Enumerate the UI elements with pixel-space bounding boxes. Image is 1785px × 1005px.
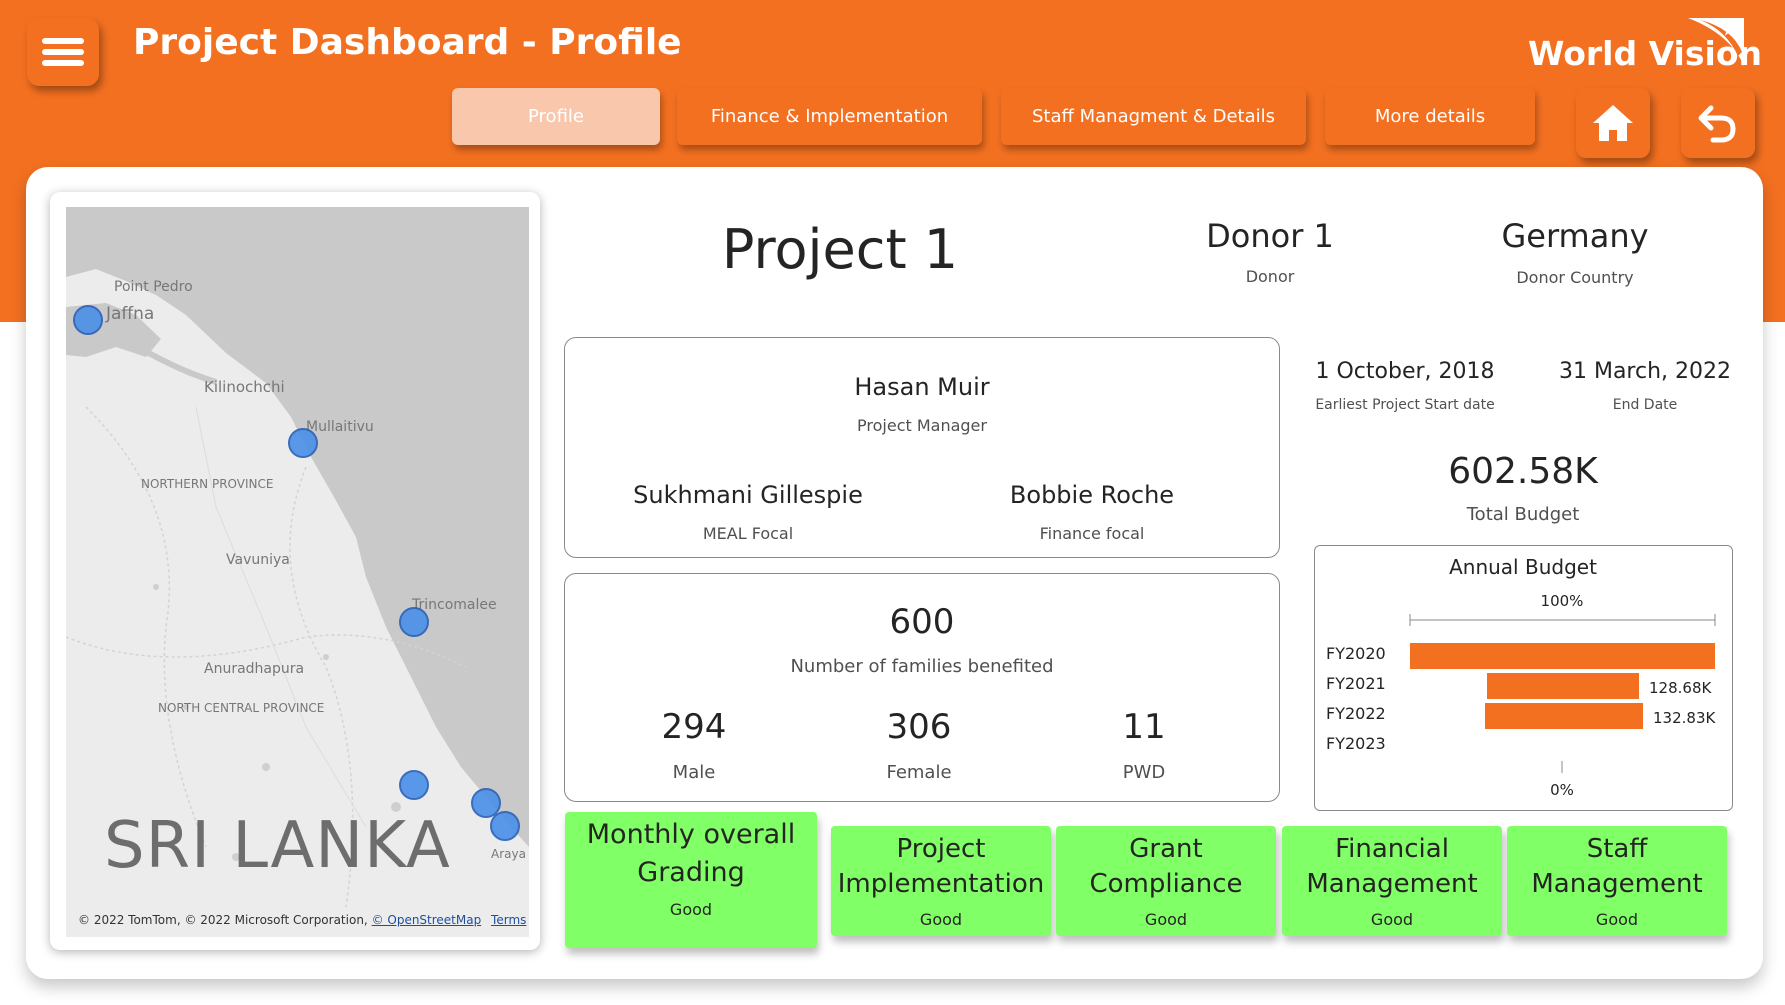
chart-category-label: FY2020 — [1326, 644, 1386, 663]
finance-focal-label: Finance focal — [1039, 524, 1145, 543]
start-date-label: Earliest Project Start date — [1315, 397, 1495, 413]
chart-axis-bottom-label: 0% — [1550, 781, 1574, 799]
osm-link[interactable]: © OpenStreetMap — [372, 913, 482, 927]
grading-title: Staff Management — [1531, 834, 1703, 899]
attribution-text: © 2022 TomTom, © 2022 Microsoft Corporat… — [78, 913, 368, 927]
map-label-mullaitivu: Mullaitivu — [306, 419, 374, 435]
grading-status: Good — [1595, 910, 1639, 929]
financial-management-card[interactable]: Financial Management Good — [1282, 826, 1502, 936]
chart-data-label: 132.83K — [1653, 709, 1716, 727]
male-count: 294 — [661, 707, 727, 747]
map-attribution: © 2022 TomTom, © 2022 Microsoft Corporat… — [78, 913, 526, 927]
map-label-vavuniya: Vavuniya — [226, 552, 290, 568]
grant-compliance-card[interactable]: Grant Compliance Good — [1056, 826, 1276, 936]
map-pin[interactable] — [399, 770, 429, 800]
hamburger-line — [42, 49, 84, 55]
meal-focal-label: MEAL Focal — [702, 524, 794, 543]
grading-title: Project Implementation — [837, 834, 1045, 899]
meal-focal-name: Sukhmani Gillespie — [633, 481, 863, 509]
hamburger-menu-button[interactable] — [27, 18, 99, 86]
project-implementation-card[interactable]: Project Implementation Good — [831, 826, 1051, 936]
grading-title: Grant Compliance — [1089, 834, 1243, 899]
donor-country: Germany — [1501, 217, 1649, 255]
map-pin[interactable] — [399, 607, 429, 637]
chart-axis-top-label: 100% — [1541, 592, 1584, 610]
back-arrow-icon — [1698, 105, 1736, 143]
chart-category-label: FY2021 — [1326, 674, 1386, 693]
overall-grading-title: Monthly overall Grading — [586, 819, 796, 888]
total-budget: 602.58K — [1448, 451, 1598, 492]
overall-grading-status: Good — [669, 900, 713, 919]
families-count: 600 — [889, 602, 955, 642]
chart-category-label: FY2023 — [1326, 734, 1386, 753]
grading-status: Good — [919, 910, 963, 929]
female-count: 306 — [886, 707, 952, 747]
map-label-araya: Araya — [491, 847, 526, 861]
grading-status: Good — [1144, 910, 1188, 929]
map-label-north-central-province: NORTH CENTRAL PROVINCE — [158, 701, 325, 715]
back-button[interactable] — [1681, 88, 1755, 158]
hamburger-line — [42, 60, 84, 66]
families-label: Number of families benefited — [790, 656, 1054, 677]
tab-finance-implementation[interactable]: Finance & Implementation — [677, 88, 982, 145]
page-title: Project Dashboard - Profile — [133, 22, 682, 63]
logo-star-icon — [1688, 18, 1744, 66]
map-pin[interactable] — [288, 428, 318, 458]
annual-budget-chart-svg: Annual Budget 100% FY2020 FY2021 128.68K FY20… — [1326, 555, 1716, 799]
tab-profile[interactable]: Profile — [452, 88, 660, 145]
map-label-jaffna: Jaffna — [106, 304, 155, 324]
finance-focal-name: Bobbie Roche — [1009, 481, 1175, 509]
map-label-country: SRI LANKA — [104, 809, 451, 883]
chart-bar — [1485, 703, 1643, 729]
chart-data-label: 128.68K — [1649, 679, 1712, 697]
map-label-point-pedro: Point Pedro — [114, 279, 193, 295]
start-date: 1 October, 2018 — [1315, 359, 1495, 384]
home-icon — [1593, 105, 1633, 141]
chart-category-label: FY2022 — [1326, 704, 1386, 723]
male-label: Male — [672, 762, 716, 783]
project-name: Project 1 — [721, 218, 959, 281]
female-label: Female — [886, 762, 952, 783]
chart-bar — [1410, 643, 1715, 669]
grading-title: Financial Management — [1306, 834, 1478, 899]
tab-staff-management[interactable]: Staff Managment & Details — [1001, 88, 1306, 145]
staff-management-card[interactable]: Staff Management Good — [1507, 826, 1727, 936]
project-location-map[interactable]: Point Pedro Jaffna Kilinochchi Mullaitiv… — [66, 207, 529, 937]
pwd-label: PWD — [1122, 762, 1166, 783]
donor-name: Donor 1 — [1206, 217, 1334, 255]
total-budget-label: Total Budget — [1466, 504, 1580, 525]
end-date: 31 March, 2022 — [1558, 359, 1732, 384]
pwd-count: 11 — [1122, 707, 1166, 747]
hamburger-menu-icon — [42, 38, 84, 44]
tab-more-details[interactable]: More details — [1325, 88, 1535, 145]
grading-status: Good — [1370, 910, 1414, 929]
chart-bar — [1487, 673, 1639, 699]
project-manager-name: Hasan Muir — [854, 373, 990, 401]
donor-label: Donor — [1245, 267, 1295, 286]
chart-title: Annual Budget — [1449, 555, 1597, 579]
map-label-anuradhapura: Anuradhapura — [204, 661, 305, 677]
end-date-label: End Date — [1612, 397, 1678, 413]
home-button[interactable] — [1576, 88, 1650, 158]
overall-grading-card[interactable]: Monthly overall Grading Good — [565, 812, 817, 948]
terms-link[interactable]: Terms — [491, 913, 526, 927]
map-pin[interactable] — [490, 811, 520, 841]
map-label-northern-province: NORTHERN PROVINCE — [141, 477, 274, 491]
map-label-kilinochchi: Kilinochchi — [204, 378, 285, 396]
map-pin[interactable] — [73, 305, 103, 335]
donor-country-label: Donor Country — [1516, 268, 1634, 287]
project-manager-label: Project Manager — [857, 416, 987, 435]
